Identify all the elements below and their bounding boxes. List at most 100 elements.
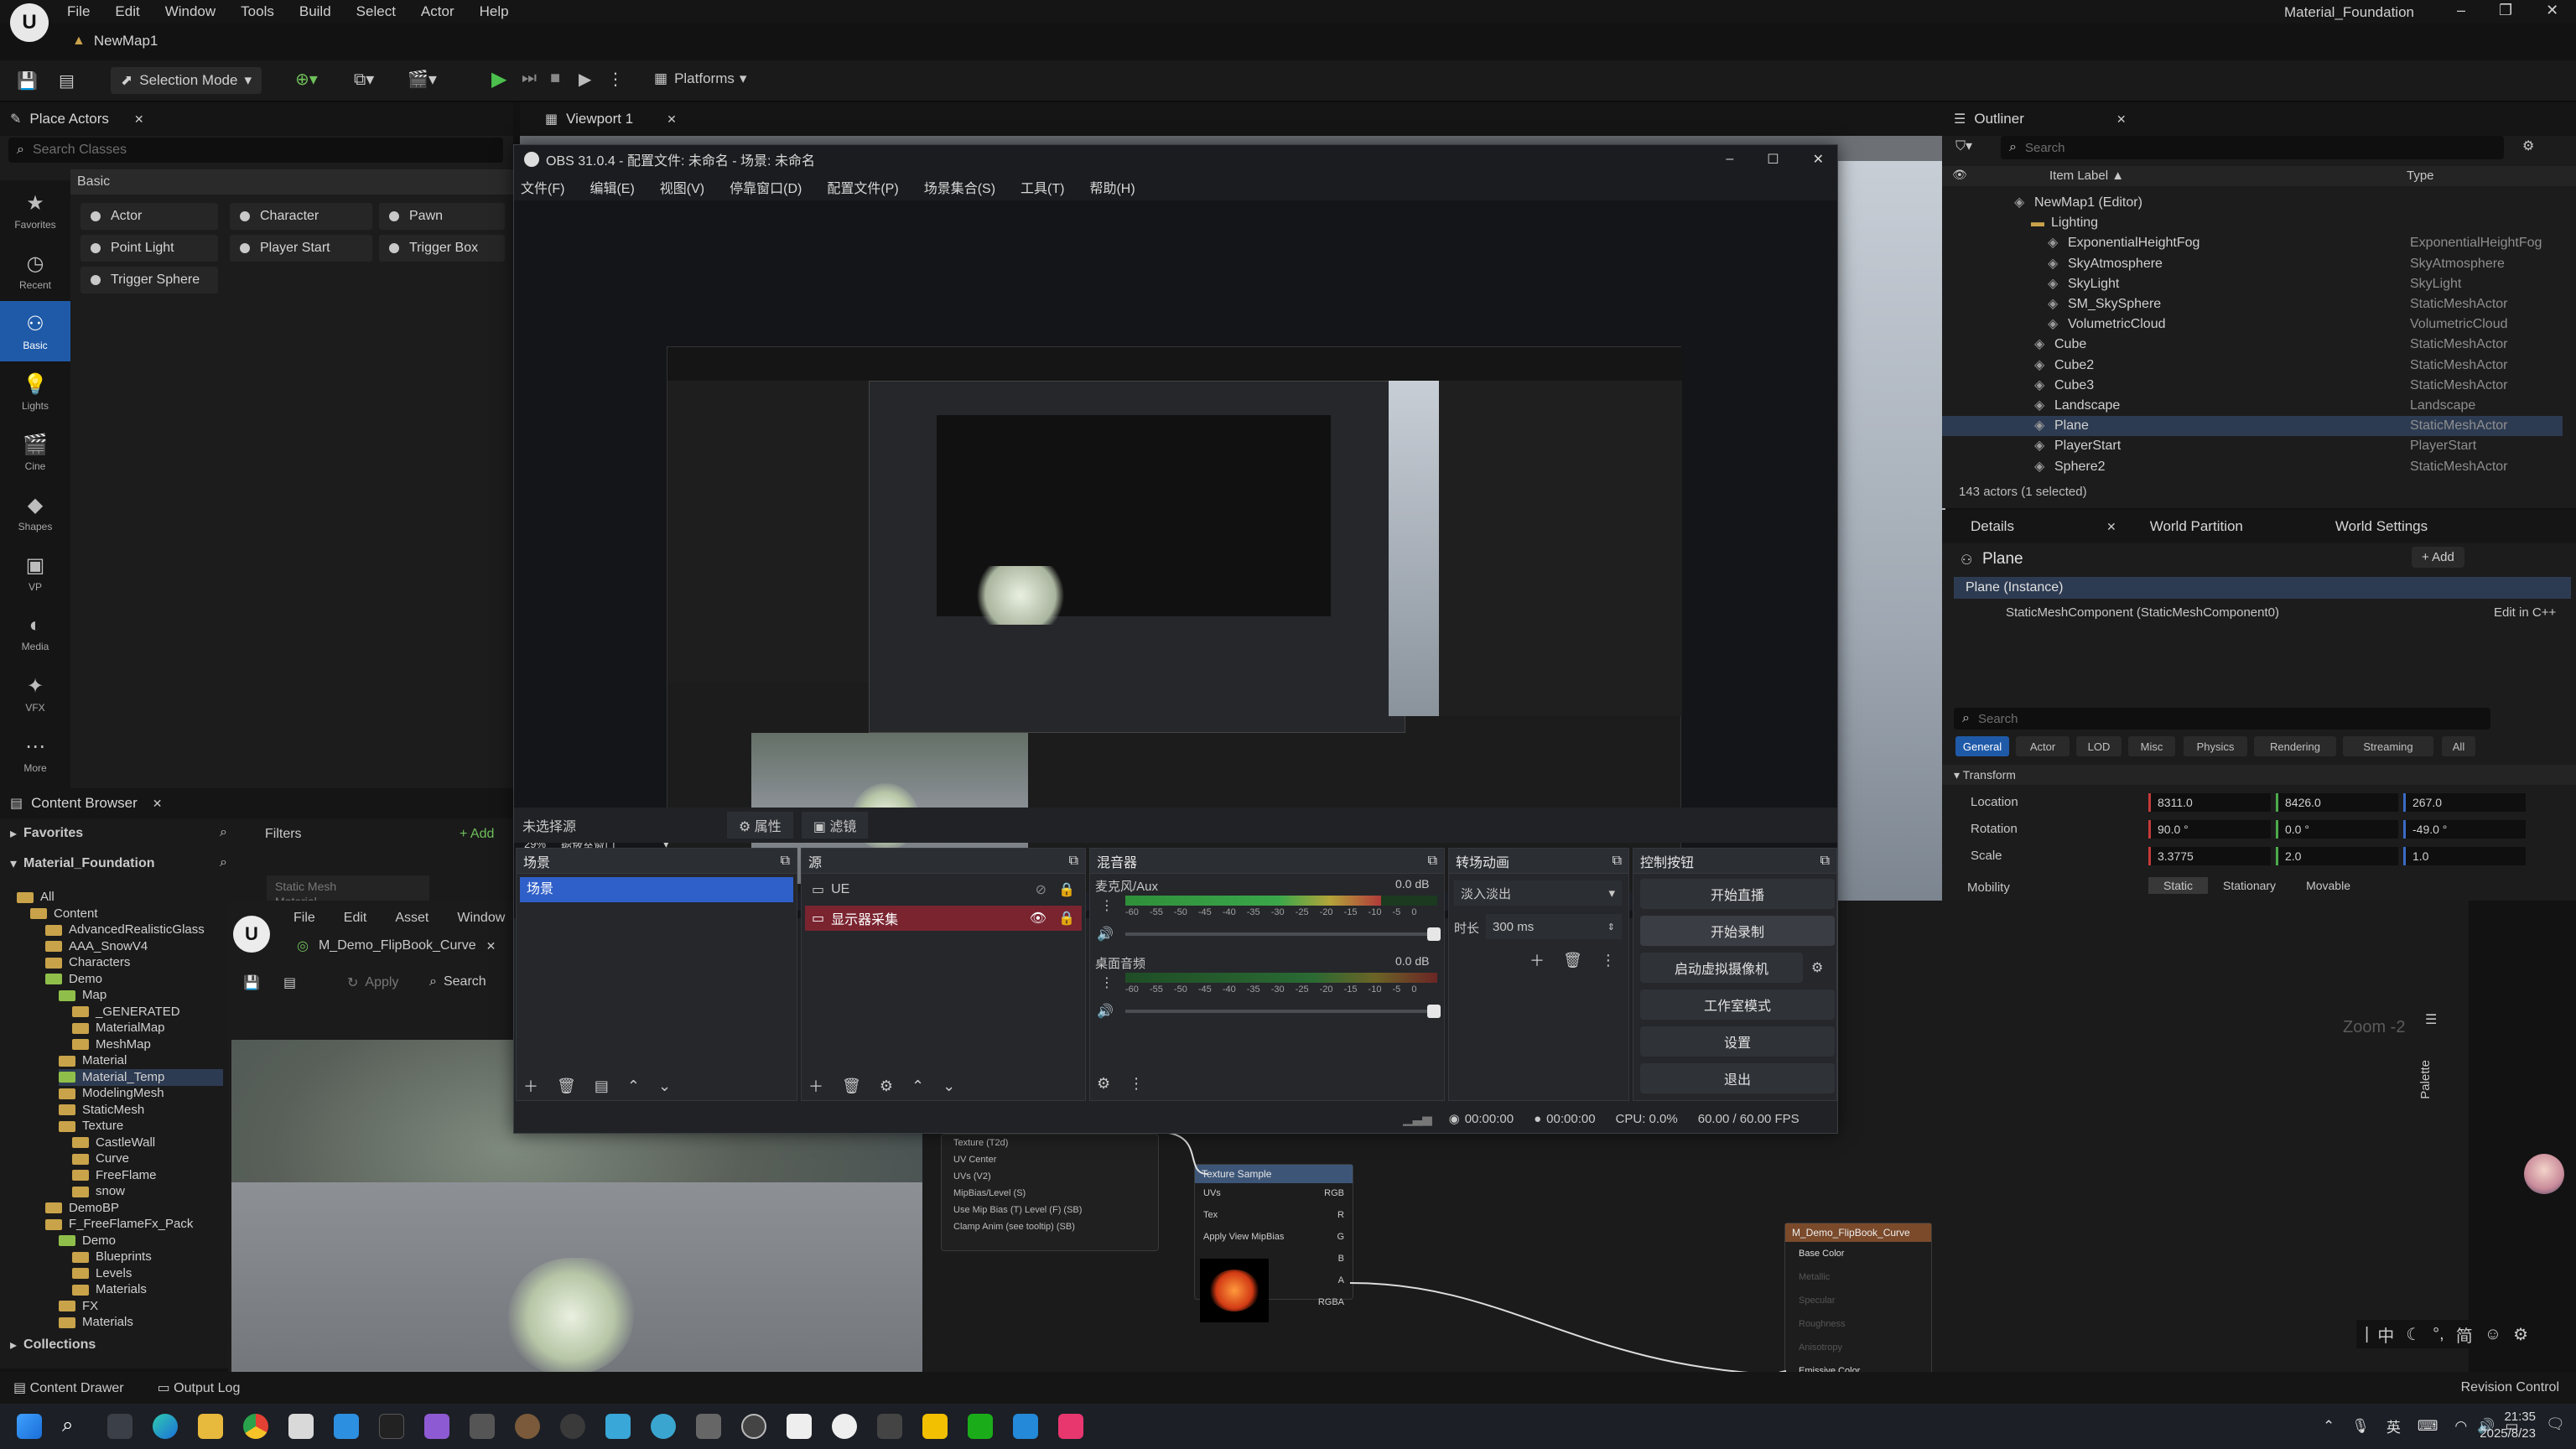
vscode-icon[interactable] [334,1414,359,1439]
scene-filter-icon[interactable]: ▤ [595,1078,609,1095]
wifi-icon[interactable]: ◠ [2454,1418,2467,1435]
tree-item[interactable]: Texture [59,1118,123,1135]
mixer-menu-icon[interactable]: ⋮ [1129,1075,1144,1093]
palette-icon[interactable]: ☰ [2425,1011,2437,1028]
rail-cine[interactable]: 🎬 Cine [0,422,70,482]
apply-button[interactable]: ↻ Apply [347,974,398,991]
wechat-icon[interactable] [968,1414,993,1439]
close-icon[interactable]: ✕ [2106,520,2116,534]
avatar[interactable] [2524,1154,2564,1194]
remove-source-icon[interactable]: 🗑 [842,1078,861,1095]
filter-tab-streaming[interactable]: Streaming [2343,736,2433,756]
outliner-row[interactable]: ◈ Plane StaticMeshActor [1942,416,2563,437]
details-search-input[interactable]: ⌕ Search [1954,708,2490,730]
tab-world-partition[interactable]: World Partition [2150,518,2243,535]
undock-icon[interactable]: ⧉ [1613,854,1622,869]
outliner-row[interactable]: ◈ NewMap1 (Editor) [1942,193,2563,213]
obs-menu-tools[interactable]: 工具(T) [1021,177,1064,197]
app-icon[interactable] [877,1414,902,1439]
transform-header[interactable]: ▾ Transform [1942,765,2576,785]
filter-tab-rendering[interactable]: Rendering [2254,736,2336,756]
move-down-icon[interactable]: ⌄ [658,1078,671,1095]
outliner-search-input[interactable]: ⌕ Search [2001,136,2504,159]
obs-icon[interactable] [741,1414,766,1439]
visual-studio-icon[interactable] [424,1414,449,1439]
eject-icon[interactable]: ▶ [579,69,591,90]
tree-item[interactable]: AdvancedRealisticGlass [45,922,205,938]
close-icon[interactable]: ✕ [153,797,163,811]
ime-indicator[interactable]: 英 [2386,1415,2401,1436]
save-icon[interactable]: 💾 [17,70,38,91]
tree-item[interactable]: _GENERATED [72,1004,180,1021]
collections-section[interactable]: ▸ Collections⊕ [10,1337,262,1353]
desktop-volume-icon[interactable]: 🔊 [1097,1003,1114,1020]
virtual-camera-settings-icon[interactable]: ⚙ [1811,959,1823,976]
transition-type-select[interactable]: 淡入淡出 ▾ [1454,880,1622,906]
close-icon[interactable]: ✕ [2546,2,2558,19]
notes-icon[interactable] [922,1414,948,1439]
place-actors-tab[interactable]: ✎ Place Actors ✕ [0,102,513,136]
obs-menu-scene-collection[interactable]: 场景集合(S) [924,177,995,197]
tree-item[interactable]: Demo [45,971,102,988]
edge-icon[interactable] [153,1414,178,1439]
add-component-button[interactable]: + Add [2412,547,2464,568]
windows-start-icon[interactable] [17,1414,42,1439]
eye-icon[interactable]: 👁 [1030,910,1046,927]
close-icon[interactable]: ✕ [1813,151,1824,168]
outliner-row[interactable]: ◈ Cube3 StaticMeshActor [1942,376,2563,396]
actor-button-trigger-sphere[interactable]: Trigger Sphere [80,267,218,293]
chrome-icon[interactable] [243,1414,268,1439]
menu-edit[interactable]: Edit [115,3,139,20]
function-input-pin[interactable]: UV Center [942,1151,1158,1168]
content-icon[interactable]: ▤ [59,70,75,91]
maximize-icon[interactable]: ❐ [2499,2,2512,19]
app-icon[interactable] [696,1414,721,1439]
menu-actor[interactable]: Actor [421,3,454,20]
outliner-tab[interactable]: ☰ Outliner ✕ [1942,102,2576,136]
lock-icon[interactable]: 🔒 [1058,881,1075,898]
app-icon[interactable] [560,1414,585,1439]
keyboard-icon[interactable]: ⌨ [2418,1418,2438,1435]
punctuation-icon[interactable]: °, [2433,1325,2444,1344]
lock-icon[interactable]: 🔒 [1058,910,1075,927]
menu-select[interactable]: Select [356,3,396,20]
mic-menu-icon[interactable]: ⋮ [1100,897,1114,914]
tree-item[interactable]: Content [30,906,98,922]
rail-basic[interactable]: ⚇ Basic [0,301,70,361]
tree-item[interactable]: Demo [59,1233,116,1249]
tree-item[interactable]: AAA_SnowV4 [45,938,148,955]
audio-settings-icon[interactable]: ⚙ [1097,1075,1110,1093]
settings-button[interactable]: 设置 [1640,1026,1835,1057]
maximize-icon[interactable]: ☐ [1767,151,1779,168]
transition-menu-icon[interactable]: ⋮ [1601,952,1616,969]
outliner-row[interactable]: ◈ ExponentialHeightFog ExponentialHeightFo… [1942,233,2563,253]
mic-volume-icon[interactable]: 🔊 [1097,926,1114,943]
minimize-icon[interactable]: – [2457,2,2465,19]
close-icon[interactable]: ✕ [134,112,144,127]
viewport-tab[interactable]: ▦ Viewport 1 ✕ [520,102,1945,136]
undock-icon[interactable]: ⧉ [1820,854,1830,869]
save-icon[interactable]: 💾 [243,974,260,991]
prop-scale-z-field[interactable]: 1.0 [2403,847,2526,865]
rail-shapes[interactable]: ◆ Shapes [0,482,70,543]
close-icon[interactable]: ✕ [486,939,496,953]
close-icon[interactable]: ✕ [667,112,677,127]
rail-media[interactable]: ◐ Media [0,603,70,663]
tree-item[interactable]: FX [59,1298,98,1315]
remove-scene-icon[interactable]: 🗑 [557,1078,576,1095]
outliner-row[interactable]: ◈ SkyLight SkyLight [1942,274,2563,294]
simplified-icon[interactable]: 简 [2456,1322,2473,1347]
function-input-pin[interactable]: Use Mip Bias (T) Level (F) (SB) [942,1202,1158,1218]
actor-button-actor[interactable]: Actor [80,203,218,230]
palette-tab[interactable]: Palette [2418,1060,2433,1099]
tab-details[interactable]: Details [1971,518,2014,535]
mat-search-button[interactable]: ⌕ Search [429,974,486,989]
tree-item[interactable]: FreeFlame [72,1167,157,1184]
rail-lights[interactable]: 💡 Lights [0,361,70,422]
component-row[interactable]: StaticMeshComponent (StaticMeshComponent… [2006,605,2279,620]
tree-item[interactable]: Material [59,1052,127,1069]
filter-icon[interactable]: ⛉▾ [1955,138,1972,154]
col-item-label[interactable]: Item Label ▲ [2049,169,2124,183]
tree-item[interactable]: All [17,889,55,906]
browse-icon[interactable]: ▤ [283,974,296,991]
